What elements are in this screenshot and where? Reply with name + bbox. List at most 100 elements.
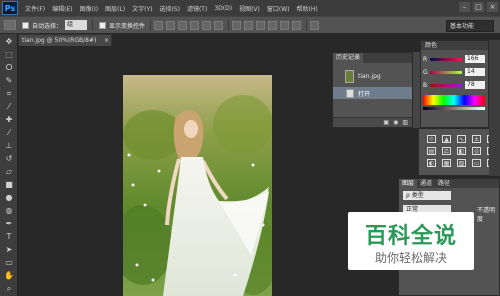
align-hcenter-icon[interactable] <box>202 20 212 30</box>
red-slider[interactable] <box>430 57 462 61</box>
document-close-icon[interactable]: × <box>104 35 109 46</box>
camera-icon[interactable]: ◉ <box>393 119 398 126</box>
type-tool-icon[interactable]: T <box>3 231 15 242</box>
align-vcenter-icon[interactable] <box>166 20 176 30</box>
invert-icon[interactable]: ◐ <box>427 159 436 167</box>
marquee-tool-icon[interactable]: ⬚ <box>3 49 15 60</box>
history-tab[interactable]: 历史记录 <box>333 53 364 63</box>
close-button[interactable]: × <box>487 2 498 12</box>
menu-select[interactable]: 选择(S) <box>159 4 180 13</box>
blur-tool-icon[interactable]: ● <box>3 192 15 203</box>
menu-file[interactable]: 文件(F) <box>25 4 45 13</box>
distribute-bottom-icon[interactable] <box>256 20 266 30</box>
auto-align-icon[interactable] <box>310 20 320 30</box>
healing-brush-tool-icon[interactable]: ✚ <box>3 114 15 125</box>
document-icon <box>346 88 354 98</box>
divider <box>306 19 308 31</box>
align-top-icon[interactable] <box>154 20 164 30</box>
menu-filter[interactable]: 滤镜(T) <box>187 4 207 13</box>
levels-icon[interactable]: ▲ <box>442 135 451 143</box>
distribute-left-icon[interactable] <box>268 20 278 30</box>
move-tool-preset-icon[interactable] <box>4 20 16 30</box>
history-state-open[interactable]: 打开 <box>333 87 412 99</box>
align-right-icon[interactable] <box>214 20 224 30</box>
quick-select-tool-icon[interactable]: ✎ <box>3 75 15 86</box>
red-value-input[interactable]: 166 <box>465 55 485 63</box>
menu-3d[interactable]: 3D(D) <box>214 5 232 12</box>
menu-help[interactable]: 帮助(H) <box>297 4 318 13</box>
green-value-input[interactable]: 14 <box>465 68 485 76</box>
brightness-icon[interactable]: ☼ <box>427 135 436 143</box>
brush-tool-icon[interactable]: ⁄ <box>3 127 15 138</box>
distribute-vcenter-icon[interactable] <box>244 20 254 30</box>
menu-layer[interactable]: 图层(L) <box>105 4 125 13</box>
hue-saturation-icon[interactable]: ▤ <box>427 147 436 155</box>
maximize-button[interactable]: □ <box>473 2 484 12</box>
posterize-icon[interactable]: ▦ <box>442 159 451 167</box>
color-panel-title[interactable]: 颜色 <box>421 41 488 50</box>
document-tab-title: tian.jpg @ 50%(RGB/8#) <box>22 37 97 44</box>
menu-image[interactable]: 图像(I) <box>80 4 98 13</box>
lasso-tool-icon[interactable]: ⵔ <box>3 62 15 73</box>
curves-icon[interactable]: ∿ <box>457 135 466 143</box>
blue-value-input[interactable]: 78 <box>465 81 485 89</box>
blue-slider[interactable] <box>430 83 462 87</box>
move-tool-icon[interactable]: ✥ <box>3 36 15 47</box>
path-select-tool-icon[interactable]: ➤ <box>3 244 15 255</box>
pen-tool-icon[interactable]: ✒ <box>3 218 15 229</box>
watermark-subtitle: 助你轻松解决 <box>374 251 447 265</box>
trash-icon[interactable]: ▥ <box>402 119 408 126</box>
align-left-icon[interactable] <box>190 20 200 30</box>
tab-layers[interactable]: 图层 <box>399 179 418 188</box>
color-balance-icon[interactable]: ⚖ <box>442 147 451 155</box>
workspace-dropdown[interactable]: 基本功能 <box>446 20 494 32</box>
minimize-button[interactable]: – <box>459 2 470 12</box>
auto-select-label: 自动选择： <box>32 22 63 30</box>
grayscale-ramp[interactable] <box>423 107 485 110</box>
photo-filter-icon[interactable]: ◎ <box>472 147 481 155</box>
dodge-tool-icon[interactable]: ◍ <box>3 205 15 216</box>
green-label: G <box>423 68 428 76</box>
eyedropper-tool-icon[interactable]: ⁄ <box>3 101 15 112</box>
hand-tool-icon[interactable]: ✋ <box>3 270 15 281</box>
document-tab[interactable]: tian.jpg @ 50%(RGB/8#) × <box>18 34 112 46</box>
menu-window[interactable]: 窗口(W) <box>267 4 290 13</box>
collapsed-dock[interactable] <box>489 40 500 176</box>
auto-select-dropdown[interactable]: 组 <box>65 20 88 30</box>
tab-paths[interactable]: 路径 <box>435 179 453 188</box>
opacity-label: 不透明度 <box>477 207 496 223</box>
eraser-tool-icon[interactable]: ▱ <box>3 166 15 177</box>
new-document-from-state-icon[interactable]: ▣ <box>383 119 389 126</box>
tab-channels[interactable]: 通道 <box>417 179 435 188</box>
distribute-top-icon[interactable] <box>232 20 242 30</box>
shape-tool-icon[interactable]: ▭ <box>3 257 15 268</box>
divider <box>228 19 230 31</box>
color-spectrum[interactable] <box>423 95 485 105</box>
distribute-hcenter-icon[interactable] <box>280 20 290 30</box>
align-bottom-icon[interactable] <box>178 20 188 30</box>
auto-select-checkbox[interactable] <box>22 21 29 29</box>
distribute-right-icon[interactable] <box>292 20 302 30</box>
threshold-icon[interactable]: ▧ <box>457 159 466 167</box>
color-panel: 颜色 R 166 G 14 B 78 <box>420 40 489 128</box>
history-snapshot[interactable]: tian.jpg <box>333 65 412 87</box>
green-slider[interactable] <box>430 70 462 74</box>
gradient-map-icon[interactable]: ▭ <box>472 159 481 167</box>
document-photo[interactable] <box>123 75 272 296</box>
menu-type[interactable]: 文字(Y) <box>132 4 152 13</box>
black-white-icon[interactable]: ◧ <box>457 147 466 155</box>
history-panel: 历史记录 tian.jpg 打开 ▣ ◉ ▥ <box>332 52 413 128</box>
history-brush-tool-icon[interactable]: ↺ <box>3 153 15 164</box>
crop-tool-icon[interactable]: ⌗ <box>3 88 15 99</box>
zoom-tool-icon[interactable]: ⌕ <box>3 283 15 294</box>
snapshot-thumbnail <box>345 69 354 83</box>
layer-kind-filter[interactable]: ρ 类型 <box>403 191 451 200</box>
exposure-icon[interactable]: ± <box>472 135 481 143</box>
gradient-tool-icon[interactable]: ■ <box>3 179 15 190</box>
menu-view[interactable]: 视图(V) <box>239 4 260 13</box>
menu-edit[interactable]: 编辑(E) <box>52 4 72 13</box>
clone-stamp-tool-icon[interactable]: ⊥ <box>3 140 15 151</box>
watermark-title: 百科全说 <box>364 224 457 249</box>
collapsed-panel-icons[interactable] <box>413 52 420 128</box>
show-transform-checkbox[interactable] <box>99 21 107 29</box>
